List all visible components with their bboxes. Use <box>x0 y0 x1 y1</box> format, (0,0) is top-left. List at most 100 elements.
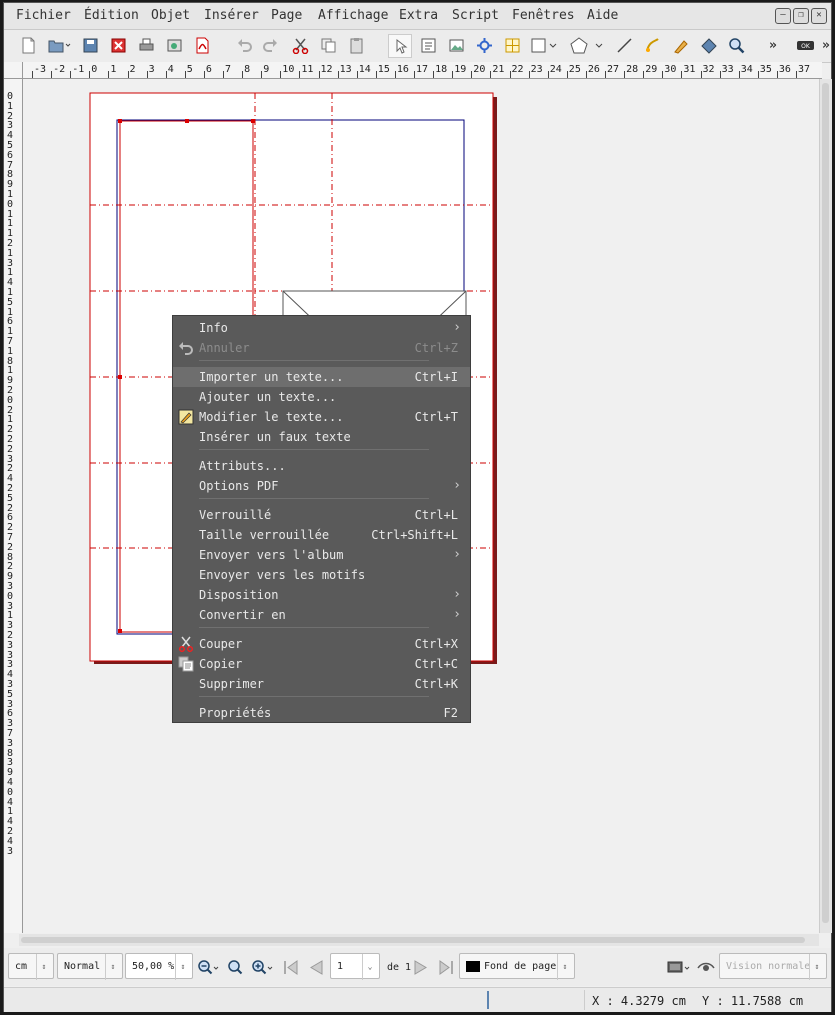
new-document-icon[interactable] <box>20 37 37 54</box>
page-number-select[interactable]: 1 ⌄ <box>330 953 380 980</box>
undo-icon[interactable] <box>236 37 253 54</box>
close-window-icon[interactable]: ✕ <box>811 8 827 24</box>
print-icon[interactable] <box>138 37 155 54</box>
menu-item-label: Taille verrouillée <box>199 528 330 542</box>
menu-item-importer-un-texte[interactable]: Importer un texte... Ctrl+I <box>173 367 470 387</box>
menu-item-modifier-le-texte[interactable]: Modifier le texte... Ctrl+T <box>173 407 470 427</box>
text-frame-icon[interactable] <box>420 37 437 54</box>
unit-select[interactable]: cm ⇕ <box>8 953 54 980</box>
menu-item-verrouille[interactable]: Verrouillé Ctrl+L <box>173 505 470 525</box>
menu-item-shortcut: Ctrl+X <box>414 637 458 651</box>
menu-item-disposition[interactable]: Disposition › <box>173 585 470 605</box>
copy-icon[interactable] <box>320 37 337 54</box>
zoom-input[interactable]: 50,00 % ⇕ <box>125 953 193 980</box>
ok-icon[interactable]: OK <box>796 37 816 54</box>
render-frame-icon[interactable] <box>476 37 493 54</box>
previous-page-icon[interactable] <box>307 959 325 976</box>
menu-item-proprietes[interactable]: Propriétés F2 <box>173 703 470 723</box>
vertical-ruler[interactable]: 0123456789101112131415161718192021222324… <box>4 78 23 933</box>
menubar: Fichier Édition Objet Insérer Page Affic… <box>4 3 831 30</box>
vertical-scrollbar[interactable] <box>819 79 832 933</box>
h-ruler-tick-label: 19 <box>454 64 467 75</box>
last-page-icon[interactable] <box>437 959 455 976</box>
h-ruler-tick <box>757 71 759 78</box>
preview-eye-icon[interactable] <box>697 959 715 976</box>
display-mode-icon[interactable] <box>667 959 693 976</box>
menu-inserer[interactable]: Insérer <box>204 8 259 23</box>
menu-edition[interactable]: Édition <box>84 8 139 23</box>
menu-item-options-pdf[interactable]: Options PDF › <box>173 476 470 496</box>
bezier-icon[interactable] <box>644 37 661 54</box>
minimize-icon[interactable]: – <box>775 8 791 24</box>
h-ruler-tick <box>452 71 454 78</box>
toolbar-overflow-2-icon[interactable]: » <box>822 38 830 53</box>
menu-fichier[interactable]: Fichier <box>16 8 71 23</box>
menu-item-taille-verrouillee[interactable]: Taille verrouillée Ctrl+Shift+L <box>173 525 470 545</box>
image-quality-select[interactable]: Normal ⇕ <box>57 953 123 980</box>
menu-script[interactable]: Script <box>452 8 499 23</box>
line-icon[interactable] <box>616 37 633 54</box>
menu-item-couper[interactable]: Couper Ctrl+X <box>173 634 470 654</box>
save-icon[interactable] <box>82 37 99 54</box>
export-pdf-icon[interactable] <box>194 37 211 54</box>
y-coordinate: Y : 11.7588 cm <box>702 994 804 1008</box>
menu-item-label: Attributs... <box>199 459 286 473</box>
horizontal-ruler[interactable]: -3 -2 -1 0 1 2 3 4 5 6 7 8 9 10 11 12 13 14 15 16 17 18 19 20 21… <box>22 62 822 79</box>
next-page-icon[interactable] <box>412 959 430 976</box>
menu-affichage[interactable]: Affichage <box>318 8 388 23</box>
h-ruler-tick-label: -3 <box>34 64 47 75</box>
h-ruler-tick <box>375 71 377 78</box>
close-icon[interactable] <box>110 37 127 54</box>
chevron-right-icon: › <box>453 547 461 562</box>
preflight-icon[interactable] <box>166 37 183 54</box>
menu-item-annuler[interactable]: Annuler Ctrl+Z <box>173 338 470 358</box>
menu-item-ajouter-un-texte[interactable]: Ajouter un texte... <box>173 387 470 407</box>
menu-item-info[interactable]: Info › <box>173 318 470 338</box>
menu-item-supprimer[interactable]: Supprimer Ctrl+K <box>173 674 470 694</box>
h-ruler-tick <box>700 71 702 78</box>
image-frame-icon[interactable] <box>448 37 465 54</box>
h-ruler-tick-label: 15 <box>377 64 390 75</box>
select-icon[interactable] <box>388 34 412 58</box>
shape-icon[interactable] <box>530 37 560 54</box>
restore-icon[interactable]: ❐ <box>793 8 809 24</box>
freehand-icon[interactable] <box>672 37 689 54</box>
zoom-in-icon[interactable] <box>251 959 275 976</box>
layer-select[interactable]: Fond de page ⇕ <box>459 953 575 980</box>
redo-icon[interactable] <box>262 37 279 54</box>
menu-item-inserer-un-faux-texte[interactable]: Insérer un faux texte <box>173 427 470 447</box>
toolbar-overflow-icon[interactable]: » <box>769 38 777 53</box>
h-ruler-tick <box>585 71 587 78</box>
first-page-icon[interactable] <box>282 959 300 976</box>
menu-item-label: Envoyer vers les motifs <box>199 568 366 582</box>
polygon-icon[interactable] <box>570 37 608 54</box>
open-icon[interactable] <box>48 37 72 54</box>
spin-icon[interactable]: ⇕ <box>175 954 190 980</box>
menu-item-convertir-en[interactable]: Convertir en › <box>173 605 470 625</box>
zoom-100-icon[interactable] <box>227 959 244 976</box>
menu-item-envoyer-vers-l-album[interactable]: Envoyer vers l'album › <box>173 545 470 565</box>
table-icon[interactable] <box>504 37 521 54</box>
chevron-updown-icon: ⇕ <box>809 954 824 980</box>
menu-aide[interactable]: Aide <box>587 8 618 23</box>
menu-fenetres[interactable]: Fenêtres <box>512 8 575 23</box>
vertical-scrollbar-thumb[interactable] <box>822 83 829 923</box>
horizontal-scrollbar-thumb[interactable] <box>21 937 805 943</box>
view-mode-select[interactable]: Vision normale ⇕ <box>719 953 827 980</box>
rotate-icon[interactable] <box>700 37 717 54</box>
cut-icon[interactable] <box>292 37 309 54</box>
h-ruler-tick-label: 32 <box>702 64 715 75</box>
menu-page[interactable]: Page <box>271 8 302 23</box>
zoom-out-icon[interactable] <box>197 959 221 976</box>
paste-icon[interactable] <box>348 37 365 54</box>
horizontal-scrollbar[interactable] <box>19 934 819 946</box>
menu-objet[interactable]: Objet <box>151 8 190 23</box>
layer-color-swatch <box>466 960 480 972</box>
menu-item-attributs[interactable]: Attributs... <box>173 456 470 476</box>
menu-item-label: Supprimer <box>199 677 265 691</box>
menu-extra[interactable]: Extra <box>399 8 438 23</box>
menu-item-copier[interactable]: Copier Ctrl+C <box>173 654 470 674</box>
status-divider <box>584 990 585 1010</box>
zoom-icon[interactable] <box>728 37 745 54</box>
menu-item-envoyer-vers-les-motifs[interactable]: Envoyer vers les motifs <box>173 565 470 585</box>
